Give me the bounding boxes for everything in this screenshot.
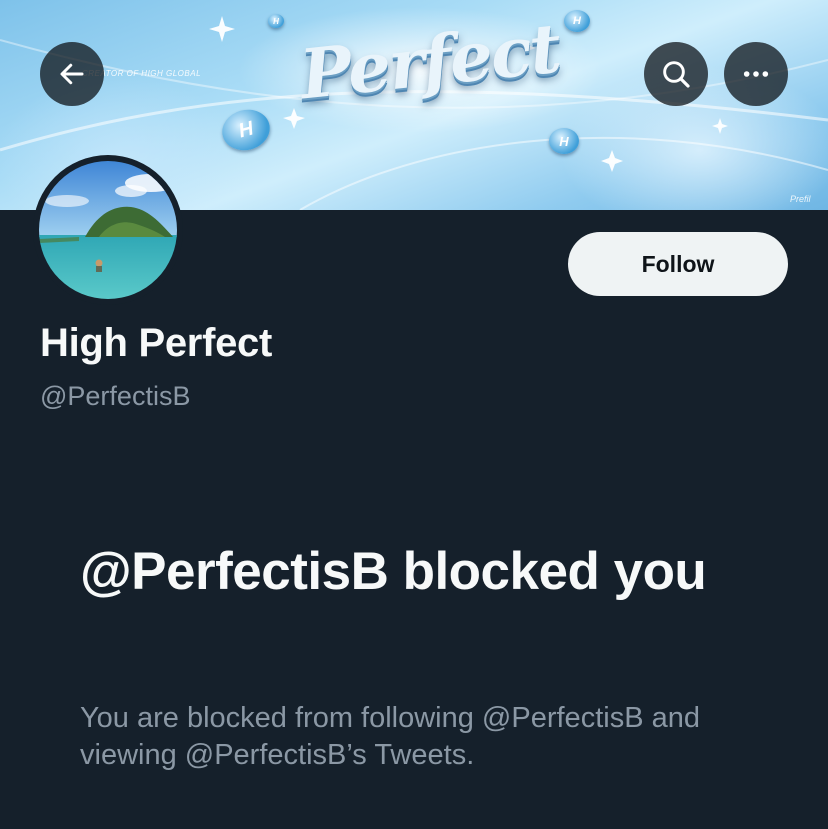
- blocked-title: @PerfectisB blocked you: [80, 542, 707, 601]
- more-horizontal-icon: [743, 71, 769, 77]
- more-button[interactable]: [724, 42, 788, 106]
- search-button[interactable]: [644, 42, 708, 106]
- banner-credit: Prefil: [790, 194, 811, 204]
- back-button[interactable]: [40, 42, 104, 106]
- user-handle: @PerfectisB: [40, 381, 191, 411]
- follow-button[interactable]: Follow: [568, 232, 788, 296]
- search-icon: [663, 61, 690, 88]
- banner-badge-4: H: [268, 14, 284, 28]
- avatar[interactable]: [33, 155, 183, 305]
- arrow-left-icon: [60, 63, 84, 85]
- avatar-image: [39, 161, 177, 299]
- banner-badge-2: H: [549, 128, 579, 154]
- blocked-description: You are blocked from following @Perfecti…: [80, 702, 700, 771]
- banner-badge-3: H: [564, 10, 590, 32]
- display-name: High Perfect: [40, 321, 273, 365]
